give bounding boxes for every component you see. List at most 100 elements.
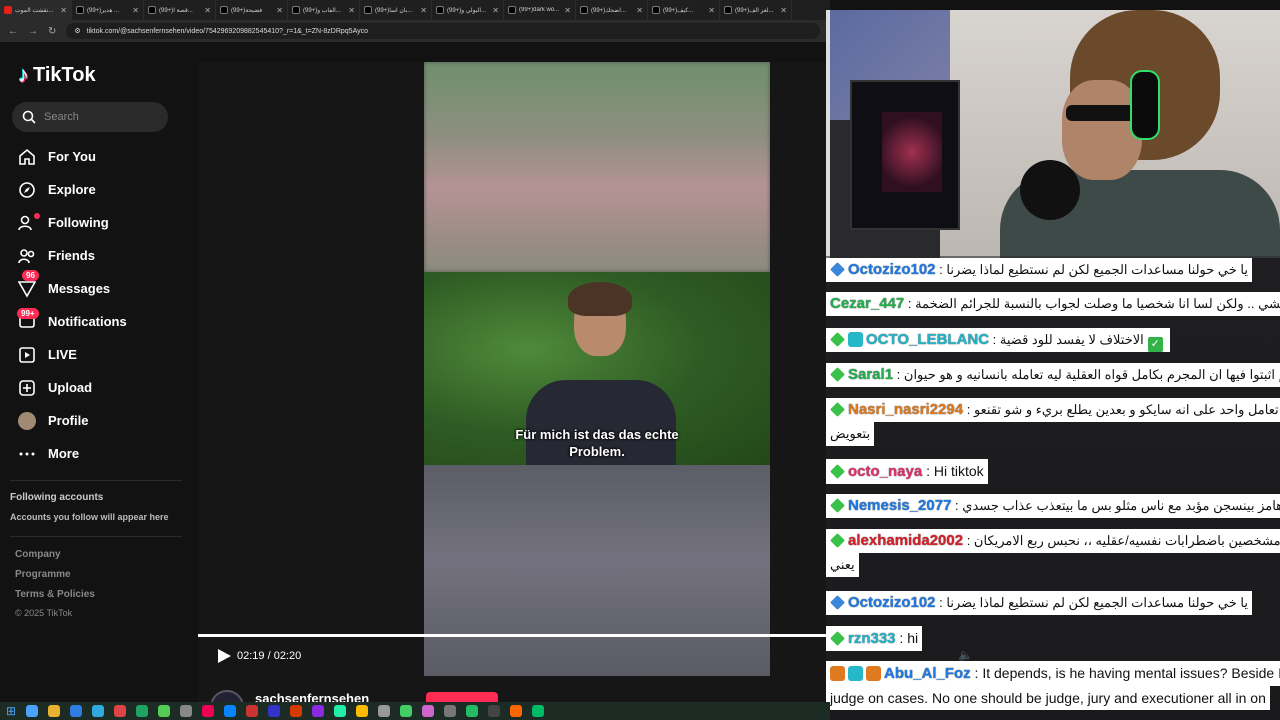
play-icon[interactable] — [216, 648, 232, 664]
video-progress-bar[interactable] — [198, 634, 830, 637]
taskbar-app-icon[interactable] — [70, 705, 83, 717]
browser-tab[interactable]: نقشت الموت... ✕ — [0, 0, 72, 20]
browser-tab[interactable]: (99+)الفاب و... ✕ — [288, 0, 360, 20]
browser-tab[interactable]: (99+)بان اسا... ✕ — [360, 0, 432, 20]
browser-tab[interactable]: (99+)هدير ... ✕ — [72, 0, 144, 20]
close-icon[interactable]: ✕ — [276, 6, 283, 15]
taskbar-app-icon[interactable] — [488, 705, 501, 717]
sidebar-item-for-you[interactable]: For You — [18, 140, 188, 173]
close-icon[interactable]: ✕ — [204, 6, 211, 15]
close-icon[interactable]: ✕ — [348, 6, 355, 15]
chat-text-continued: بتعويض — [830, 426, 871, 441]
taskbar-app-icon[interactable] — [290, 705, 303, 717]
taskbar-app-icon[interactable] — [356, 705, 369, 717]
diamond-green-badge-icon — [830, 464, 845, 479]
browser-tab[interactable]: (99+)قصة ا... ✕ — [144, 0, 216, 20]
sidebar-item-friends[interactable]: Friends — [18, 239, 188, 272]
taskbar-app-icon[interactable] — [92, 705, 105, 717]
more-icon — [18, 445, 36, 463]
forward-icon[interactable]: → — [28, 26, 38, 37]
author-name[interactable]: sachsenfernsehen — [255, 691, 369, 702]
taskbar-app-icon[interactable] — [136, 705, 149, 717]
chat-username[interactable]: Nasri_nasri2294 — [848, 401, 963, 418]
chat-line: alexhamida2002 : امريكا مشخصين باضطرابات… — [826, 529, 1280, 553]
taskbar-app-icon[interactable] — [202, 705, 215, 717]
taskbar-app-icon[interactable] — [48, 705, 61, 717]
search-input[interactable]: Search — [12, 102, 168, 132]
tiktok-logo[interactable]: ♪ TikTok — [18, 62, 96, 88]
taskbar-app-icon[interactable] — [268, 705, 281, 717]
footer-link[interactable]: Company — [15, 549, 95, 569]
sidebar-item-notifications[interactable]: Notifications 99+ — [17, 305, 188, 338]
chat-username[interactable]: Octozizo102 — [848, 594, 936, 611]
sidebar-item-upload[interactable]: Upload — [18, 371, 188, 404]
chat-username[interactable]: Abu_Al_Foz — [884, 665, 971, 682]
sidebar-item-following[interactable]: Following — [18, 206, 188, 239]
taskbar-app-icon[interactable] — [246, 705, 259, 717]
taskbar-app-icon[interactable] — [180, 705, 193, 717]
follow-button[interactable] — [426, 692, 498, 702]
browser-tab[interactable]: (99+)اضحك... ✕ — [576, 0, 648, 20]
url-field[interactable]: ⚙ tiktok.com/@sachsenfernsehen/video/754… — [66, 23, 820, 39]
taskbar-app-icon[interactable] — [224, 705, 237, 717]
browser-tab[interactable]: (99+)dark wo... ✕ — [504, 0, 576, 20]
close-icon[interactable]: ✕ — [60, 6, 67, 15]
chat-username[interactable]: rzn333 — [848, 630, 896, 647]
progress-fill — [198, 634, 826, 637]
browser-tab[interactable]: (99+)كيف... ✕ — [648, 0, 720, 20]
chat-separator: : — [935, 262, 947, 277]
footer-link[interactable]: Terms & Policies — [15, 589, 95, 609]
taskbar-app-icon[interactable] — [26, 705, 39, 717]
chat-username[interactable]: Octozizo102 — [848, 261, 936, 278]
browser-tab[interactable]: (99+)لغز الف... ✕ — [720, 0, 792, 20]
video-subtitle-line-1: Für mich ist das das echte — [515, 427, 679, 442]
author-avatar[interactable] — [210, 690, 244, 702]
sunglasses — [1066, 105, 1136, 121]
taskbar-app-icon[interactable] — [114, 705, 127, 717]
windows-start-icon[interactable]: ⊞ — [6, 704, 16, 718]
browser-tab[interactable]: (99+)فضيحة ✕ — [216, 0, 288, 20]
sidebar-item-messages[interactable]: Messages 96 — [18, 270, 188, 305]
taskbar-app-icon[interactable] — [312, 705, 325, 717]
video-player[interactable]: Für mich ist das das echte Problem. 02:1… — [198, 62, 830, 702]
close-icon[interactable]: ✕ — [636, 6, 643, 15]
site-info-icon[interactable]: ⚙ — [74, 27, 80, 35]
sidebar-item-profile[interactable]: Profile — [18, 404, 188, 437]
live-icon — [18, 346, 36, 364]
taskbar-app-icon[interactable] — [422, 705, 435, 717]
pc-glow — [882, 112, 942, 192]
close-icon[interactable]: ✕ — [492, 6, 499, 15]
sidebar-item-explore[interactable]: Explore — [18, 173, 188, 206]
video-frame[interactable]: Für mich ist das das echte Problem. — [424, 62, 770, 676]
chat-username[interactable]: Saral1 — [848, 366, 893, 383]
cam-pc — [850, 80, 960, 230]
taskbar-app-icon[interactable] — [378, 705, 391, 717]
back-icon[interactable]: ← — [8, 26, 18, 37]
reload-icon[interactable]: ↻ — [48, 26, 56, 37]
taskbar-app-icon[interactable] — [334, 705, 347, 717]
taskbar-app-icon[interactable] — [532, 705, 545, 717]
chat-username[interactable]: Cezar_447 — [830, 295, 904, 312]
taskbar-app-icon[interactable] — [400, 705, 413, 717]
chat-username[interactable]: octo_naya — [848, 463, 922, 480]
chat-text: امريكا مشخصين باضطرابات نفسيه/عقليه ،، ن… — [973, 533, 1280, 548]
notification-badge: 99+ — [17, 308, 39, 319]
chat-username[interactable]: OCTO_LEBLANC — [866, 331, 989, 348]
taskbar-app-icon[interactable] — [158, 705, 171, 717]
taskbar-app-icon[interactable] — [510, 705, 523, 717]
video-content: Für mich ist das das echte Problem. — [424, 272, 770, 465]
footer-link[interactable]: Programme — [15, 569, 95, 589]
close-icon[interactable]: ✕ — [708, 6, 715, 15]
close-icon[interactable]: ✕ — [780, 6, 787, 15]
taskbar-app-icon[interactable] — [444, 705, 457, 717]
close-icon[interactable]: ✕ — [420, 6, 427, 15]
notification-badge: 96 — [22, 270, 39, 281]
browser-tab[interactable]: (99+)البولي و... ✕ — [432, 0, 504, 20]
chat-username[interactable]: alexhamida2002 — [848, 532, 963, 549]
sidebar-item-more[interactable]: More — [18, 437, 188, 470]
close-icon[interactable]: ✕ — [564, 6, 571, 15]
close-icon[interactable]: ✕ — [132, 6, 139, 15]
chat-username[interactable]: Nemesis_2077 — [848, 497, 951, 514]
taskbar-app-icon[interactable] — [466, 705, 479, 717]
sidebar-item-live[interactable]: LIVE — [18, 338, 188, 371]
